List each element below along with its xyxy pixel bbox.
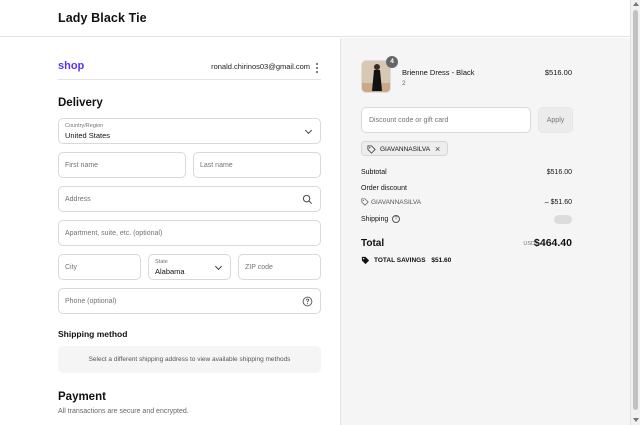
- store-name[interactable]: Lady Black Tie: [58, 11, 147, 25]
- total-savings: TOTAL SAVINGS $51.60: [374, 257, 451, 264]
- help-icon[interactable]: ?: [392, 215, 400, 223]
- shop-pay-logo: shop: [58, 60, 85, 72]
- applied-discount-chip: GIAVANNASILVA ×: [361, 141, 448, 156]
- chevron-down-icon: [214, 262, 223, 271]
- apply-button[interactable]: Apply: [538, 107, 573, 133]
- chevron-down-icon: [304, 126, 313, 135]
- first-name-field[interactable]: First name: [58, 152, 186, 178]
- order-summary: 4 Brienne Dress - Black 2 $516.00 Discou…: [340, 38, 630, 425]
- city-placeholder: City: [65, 264, 78, 271]
- divider: [58, 79, 321, 80]
- phone-placeholder: Phone (optional): [65, 298, 117, 305]
- payment-subtitle: All transactions are secure and encrypte…: [58, 408, 189, 415]
- first-name-placeholder: First name: [65, 162, 99, 169]
- state-label: State: [155, 259, 168, 265]
- tag-icon: [361, 198, 369, 206]
- shipping-method-notice: Select a different shipping address to v…: [58, 346, 321, 373]
- product-price: $516.00: [544, 68, 572, 77]
- order-discount-value: – $51.60: [544, 199, 572, 206]
- shipping-value-placeholder: [554, 215, 572, 224]
- zip-field[interactable]: ZIP code: [238, 254, 321, 280]
- total-label: Total: [361, 238, 385, 249]
- delivery-title: Delivery: [58, 97, 103, 109]
- last-name-field[interactable]: Last name: [193, 152, 321, 178]
- zip-placeholder: ZIP code: [245, 264, 273, 271]
- country-select[interactable]: Country/Region United States: [58, 118, 321, 144]
- product-variant: 2: [402, 80, 406, 87]
- apartment-field[interactable]: Apartment, suite, etc. (optional): [58, 220, 321, 246]
- state-value: Alabama: [155, 267, 185, 276]
- apartment-placeholder: Apartment, suite, etc. (optional): [65, 230, 163, 237]
- total-value: $464.40: [534, 237, 572, 249]
- shipping-notice-text: Select a different shipping address to v…: [88, 356, 291, 363]
- quantity-badge: 4: [386, 56, 398, 68]
- kebab-icon[interactable]: [315, 63, 318, 73]
- discount-code-input[interactable]: Discount code or gift card: [361, 107, 531, 133]
- subtotal-label: Subtotal: [361, 169, 387, 176]
- discount-placeholder: Discount code or gift card: [369, 117, 449, 124]
- product-name: Brienne Dress - Black: [402, 68, 475, 77]
- order-discount-label: Order discount: [361, 185, 407, 192]
- shipping-label: Shipping: [361, 216, 389, 223]
- applied-code: GIAVANNASILVA: [380, 146, 431, 153]
- city-field[interactable]: City: [58, 254, 141, 280]
- search-icon: [302, 194, 313, 205]
- help-icon[interactable]: [302, 296, 313, 307]
- country-label: Country/Region: [65, 123, 104, 129]
- scroll-down-icon[interactable]: [633, 418, 639, 422]
- shipping-method-title: Shipping method: [58, 329, 128, 339]
- checkout-form: shop ronald.chirinos03@gmail.com Deliver…: [0, 38, 340, 425]
- address-field[interactable]: Address: [58, 186, 321, 212]
- savings-value: $51.60: [431, 257, 452, 264]
- last-name-placeholder: Last name: [200, 162, 233, 169]
- close-icon[interactable]: ×: [435, 144, 440, 154]
- country-value: United States: [65, 131, 111, 140]
- savings-label: TOTAL SAVINGS: [374, 257, 426, 264]
- scroll-thumb[interactable]: [633, 10, 638, 410]
- subtotal-value: $516.00: [546, 169, 572, 176]
- tag-icon: [367, 145, 376, 154]
- payment-title: Payment: [58, 391, 106, 403]
- scrollbar[interactable]: [630, 0, 640, 425]
- state-select[interactable]: State Alabama: [148, 254, 231, 280]
- address-placeholder: Address: [65, 196, 91, 203]
- header: Lady Black Tie: [0, 0, 630, 37]
- account-email: ronald.chirinos03@gmail.com: [211, 62, 310, 71]
- tag-icon: [361, 256, 370, 265]
- phone-field[interactable]: Phone (optional): [58, 288, 321, 314]
- apply-label: Apply: [546, 117, 565, 124]
- order-discount-code: GIAVANNASILVA: [371, 199, 422, 206]
- scroll-up-icon[interactable]: [633, 2, 639, 6]
